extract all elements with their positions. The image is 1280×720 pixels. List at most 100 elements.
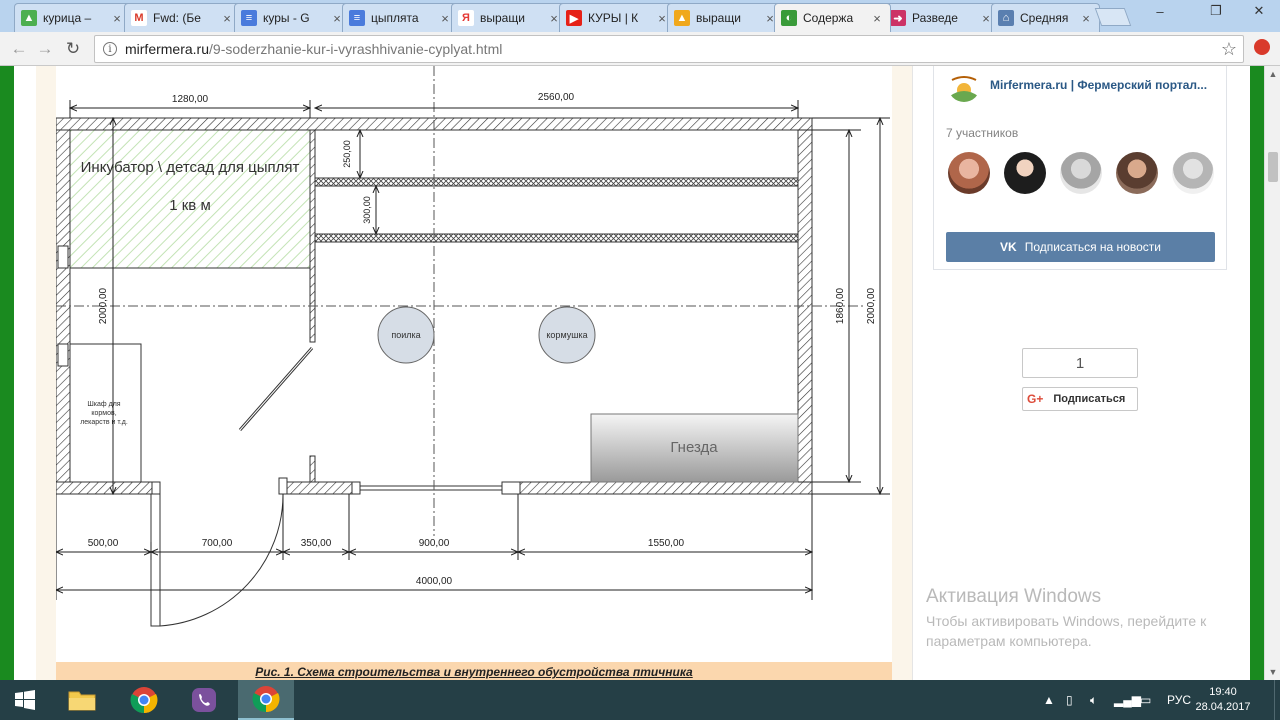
vk-member-avatars (948, 152, 1218, 194)
tab-close-icon[interactable]: × (110, 11, 124, 26)
show-desktop-button[interactable] (1274, 680, 1280, 720)
scroll-down-icon[interactable]: ▼ (1265, 664, 1280, 680)
waterer-label: поилка (391, 330, 420, 340)
extension-icon[interactable] (1254, 39, 1270, 55)
clock-time: 19:40 (1209, 686, 1237, 698)
tab-kury-g[interactable]: ≡ куры - G × (234, 3, 351, 32)
scroll-up-icon[interactable]: ▲ (1265, 66, 1280, 82)
dim-right-inner: 1860,00 (835, 287, 846, 324)
bottom-wall-mid (281, 481, 353, 495)
house-icon: ⌂ (998, 10, 1014, 26)
windows-activation-title: Активация Windows (926, 586, 1102, 607)
tab-razvedenie[interactable]: ➜ Разведе × (883, 3, 1000, 32)
chrome-icon[interactable] (116, 680, 172, 720)
power-icon[interactable]: ▭ (1140, 680, 1151, 720)
dim-bottom-500: 500,00 (88, 538, 119, 549)
tab-title: куры - G (263, 11, 310, 25)
google-docs-icon: ≡ (241, 10, 257, 26)
partition-wall (309, 129, 316, 343)
start-button[interactable] (0, 680, 50, 720)
vk-community-widget: Mirfermera.ru | Фермерский портал... 7 у… (933, 66, 1227, 270)
nests-label: Гнезда (670, 439, 718, 456)
tab-srednyaya[interactable]: ⌂ Средняя × (991, 3, 1100, 32)
incubator-area-label: 1 кв м (169, 197, 211, 214)
url-path: /9-soderzhanie-kur-i-vyrashhivanie-cyply… (209, 41, 503, 57)
tab-close-icon[interactable]: × (870, 11, 884, 26)
language-indicator[interactable]: РУС (1167, 680, 1191, 720)
network-icon[interactable]: ▂▄▆ (1114, 680, 1141, 720)
tab-fwd[interactable]: M Fwd: (Бе × (124, 3, 241, 32)
tab-title: курица – (43, 11, 92, 25)
gplus-follower-count: 1 (1022, 348, 1138, 378)
reload-icon[interactable]: ↻ (62, 38, 84, 60)
avatar[interactable] (1004, 152, 1046, 194)
tab-title: Разведе (912, 11, 958, 25)
page-background-right (1250, 66, 1264, 680)
tray-chevron-icon[interactable]: ▲ (1043, 680, 1055, 720)
file-explorer-icon[interactable] (54, 680, 110, 720)
volume-icon[interactable]: 🔈︎ (1090, 680, 1097, 720)
maximize-icon[interactable]: ❐ (1201, 0, 1231, 22)
url-host: mirfermera.ru (125, 41, 210, 57)
gplus-subscribe-button[interactable]: G+ Подписаться (1022, 387, 1138, 411)
address-bar[interactable]: i mirfermera.ru/9-soderzhanie-kur-i-vyra… (94, 35, 1244, 63)
chrome-active-icon[interactable] (238, 680, 294, 720)
dim-bottom-total: 4000,00 (416, 576, 453, 587)
vk-group-name[interactable]: Mirfermera.ru | Фермерский портал... (990, 78, 1207, 92)
avatar[interactable] (1116, 152, 1158, 194)
tab-youtube[interactable]: ▶ КУРЫ | К × (559, 3, 676, 32)
wall-window (57, 343, 69, 367)
google-drive-icon: ▲ (21, 10, 37, 26)
gmail-icon: M (131, 10, 147, 26)
taskbar-clock[interactable]: 19:40 28.04.2017 (1190, 685, 1256, 715)
viber-icon[interactable] (176, 680, 232, 720)
group-logo[interactable] (948, 70, 980, 102)
back-icon[interactable]: ← (8, 38, 30, 60)
tab-close-icon[interactable]: × (438, 11, 452, 26)
windows-taskbar: ▲ ▯ 🔈︎ ▂▄▆ ▭ РУС 19:40 28.04.2017 (0, 680, 1280, 720)
tab-soderzhanie[interactable]: ◐ Содержа × (774, 3, 891, 32)
tab-images[interactable]: ▲ выращи × (667, 3, 784, 32)
tab-title: выращи (696, 11, 741, 25)
perch (314, 233, 799, 243)
wall-window (57, 245, 69, 269)
perch (314, 177, 799, 187)
site-info-icon[interactable]: i (103, 42, 117, 56)
tab-close-icon[interactable]: × (220, 11, 234, 26)
tab-title: КУРЫ | К (588, 11, 639, 25)
tab-title: Средняя (1020, 11, 1069, 25)
minimize-icon[interactable]: – (1145, 0, 1175, 22)
clock-date: 28.04.2017 (1195, 701, 1251, 713)
vk-members-count[interactable]: 7 участников (946, 126, 1018, 140)
tablet-icon[interactable]: ▯ (1066, 680, 1073, 720)
forward-icon[interactable]: → (34, 38, 56, 60)
page-scrollbar[interactable]: ▲ ▼ (1264, 66, 1280, 680)
tab-kuritsa[interactable]: ▲ курица – × (14, 3, 131, 32)
entrance-door (150, 493, 161, 627)
new-tab-button[interactable] (1094, 8, 1132, 26)
figure-caption: Рис. 1. Схема строительства и внутреннег… (255, 665, 693, 679)
dim-shelf-gap-1: 250,00 (342, 140, 352, 168)
dim-top-right: 2560,00 (538, 92, 575, 103)
figure-caption-bar: Рис. 1. Схема строительства и внутреннег… (56, 662, 892, 680)
avatar[interactable] (1172, 152, 1214, 194)
tab-close-icon[interactable]: × (1079, 11, 1093, 26)
scroll-thumb[interactable] (1268, 152, 1278, 182)
avatar[interactable] (1060, 152, 1102, 194)
bookmark-icon: ➜ (890, 10, 906, 26)
browser-toolbar: ← → ↻ i mirfermera.ru/9-soderzhanie-kur-… (0, 32, 1280, 66)
dim-top-left: 1280,00 (172, 94, 209, 105)
bottom-wall-left (55, 481, 153, 495)
tab-tsyplyata[interactable]: ≡ цыплята × (342, 3, 459, 32)
plan-svg: Шкаф для кормов, лекарств и т.д. поилка … (55, 66, 890, 627)
vk-subscribe-button[interactable]: VK Подписаться на новости (946, 232, 1215, 262)
poultry-house-plan: Шкаф для кормов, лекарств и т.д. поилка … (56, 66, 892, 662)
window-close-icon[interactable]: ✕ (1244, 0, 1274, 22)
dim-right-outer: 2000,00 (866, 287, 877, 324)
tab-yandex[interactable]: Я выращи × (451, 3, 568, 32)
bookmark-star-icon[interactable]: ☆ (1221, 39, 1237, 60)
dim-bottom-700: 700,00 (202, 538, 233, 549)
avatar[interactable] (948, 152, 990, 194)
gplus-subscribe-label: Подписаться (1053, 393, 1126, 405)
door-swing-arc (159, 493, 284, 627)
